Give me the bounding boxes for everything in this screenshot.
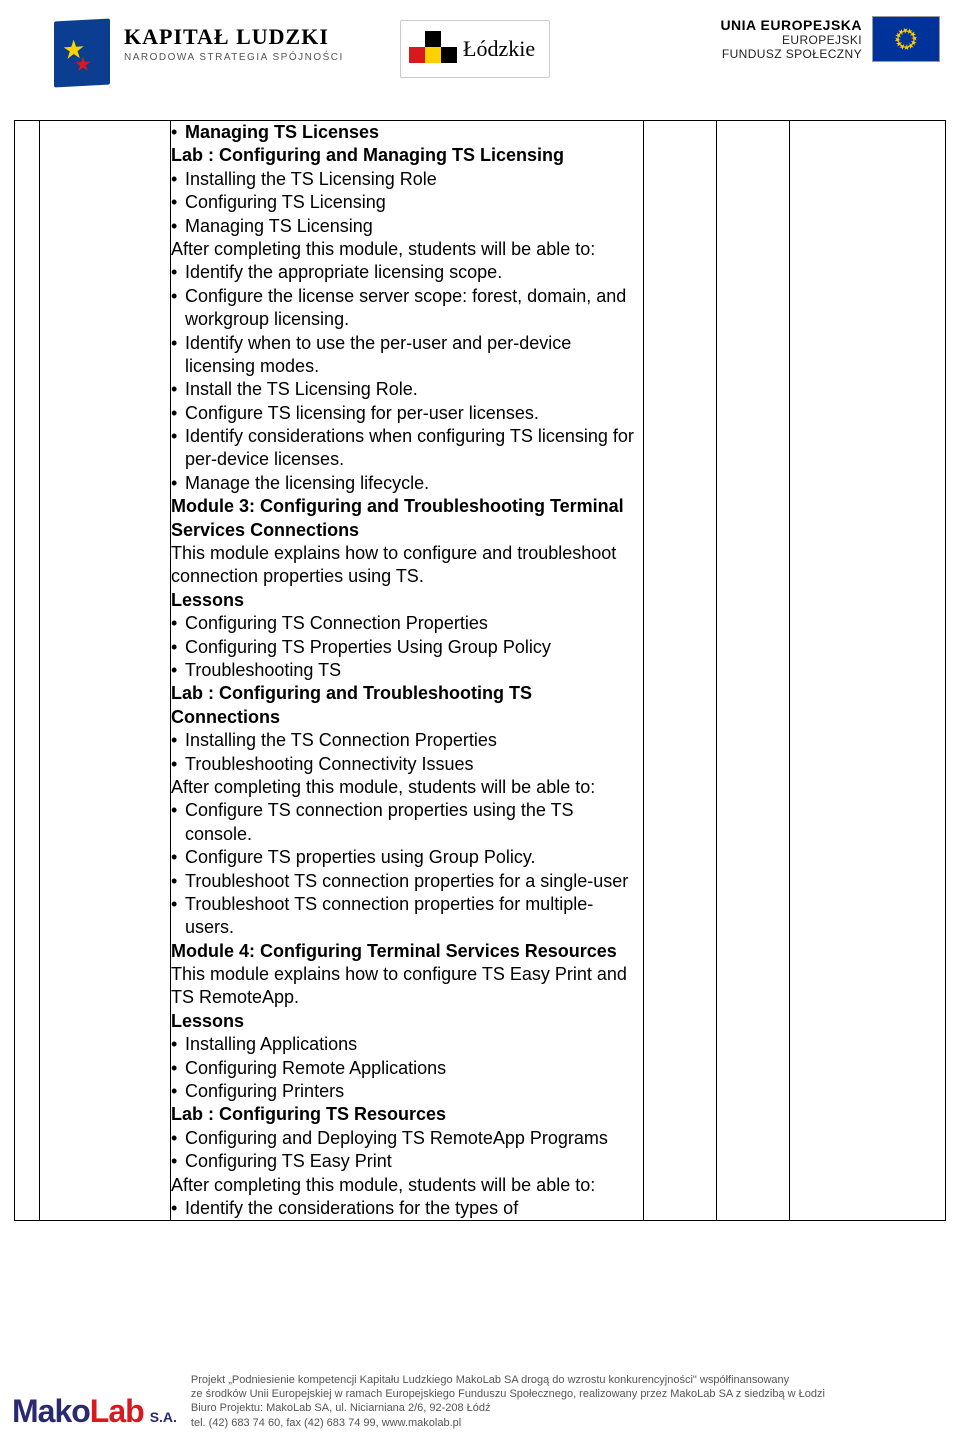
col-5 [717, 121, 790, 1221]
lodzkie-logo: Łódzkie [400, 20, 550, 78]
text: Identify the appropriate licensing scope… [185, 261, 502, 284]
makolab-suffix: S.A. [150, 1409, 177, 1425]
text: Identify when to use the per-user and pe… [185, 332, 643, 379]
text: Installing the TS Connection Properties [185, 729, 497, 752]
text: After completing this module, students w… [171, 776, 643, 799]
col-6 [790, 121, 946, 1221]
text: Configuring TS Easy Print [185, 1150, 392, 1173]
text: Module 3: Configuring and Troubleshootin… [171, 496, 624, 539]
footer-line: tel. (42) 683 74 60, fax (42) 683 74 99,… [191, 1416, 825, 1430]
text: Installing the TS Licensing Role [185, 168, 437, 191]
text: Lab : Configuring and Managing TS Licens… [171, 145, 564, 165]
text: Configuring and Deploying TS RemoteApp P… [185, 1127, 608, 1150]
text: Troubleshoot TS connection properties fo… [185, 893, 643, 940]
course-content: Managing TS Licenses Lab : Configuring a… [171, 121, 643, 1220]
lodzkie-label: Łódzkie [463, 36, 535, 62]
text: Configuring Remote Applications [185, 1057, 446, 1080]
text: Configure TS properties using Group Poli… [185, 846, 536, 869]
text: Configure TS licensing for per-user lice… [185, 402, 539, 425]
eu-line3: FUNDUSZ SPOŁECZNY [720, 47, 862, 61]
col-content: Managing TS Licenses Lab : Configuring a… [171, 121, 644, 1221]
text: Identify the considerations for the type… [185, 1197, 518, 1220]
text: After completing this module, students w… [171, 238, 643, 261]
text: After completing this module, students w… [171, 1174, 643, 1197]
col-2 [40, 121, 171, 1221]
footer-line: Projekt „Podniesienie kompetencji Kapita… [191, 1373, 825, 1387]
text: Configuring TS Properties Using Group Po… [185, 636, 551, 659]
text: Identify considerations when configuring… [185, 425, 643, 472]
header-logos: ★ ★ KAPITAŁ LUDZKI NARODOWA STRATEGIA SP… [0, 0, 960, 120]
footer: MakoLab S.A. Projekt „Podniesienie kompe… [0, 1367, 960, 1438]
text: Troubleshooting Connectivity Issues [185, 753, 473, 776]
text: Troubleshooting TS [185, 659, 341, 682]
text: Installing Applications [185, 1033, 357, 1056]
text: Configuring TS Licensing [185, 191, 386, 214]
text: Configuring Printers [185, 1080, 344, 1103]
makolab-logo: MakoLab S.A. [12, 1393, 177, 1430]
text: Lab : Configuring TS Resources [171, 1104, 446, 1124]
col-1 [15, 121, 40, 1221]
text: Configure the license server scope: fore… [185, 285, 643, 332]
eu-line2: EUROPEJSKI [720, 33, 862, 47]
footer-line: ze środków Unii Europejskiej w ramach Eu… [191, 1387, 825, 1401]
text: Lessons [171, 1011, 244, 1031]
text: This module explains how to configure TS… [171, 963, 643, 1010]
footer-text: Projekt „Podniesienie kompetencji Kapita… [191, 1373, 825, 1430]
text: Lab : Configuring and Troubleshooting TS… [171, 683, 532, 726]
text: Lessons [171, 590, 244, 610]
col-4 [644, 121, 717, 1221]
content-table: Managing TS Licenses Lab : Configuring a… [14, 120, 946, 1221]
text: Install the TS Licensing Role. [185, 378, 418, 401]
lodzkie-squares-icon [409, 27, 453, 71]
eu-flag-icon: ★ ★ ★ ★ ★ ★ ★ ★ ★ ★ ★ ★ [872, 16, 940, 62]
footer-line: Biuro Projektu: MakoLab SA, ul. Niciarni… [191, 1401, 825, 1415]
text: Configuring TS Connection Properties [185, 612, 488, 635]
text: Manage the licensing lifecycle. [185, 472, 429, 495]
text: Module 4: Configuring Terminal Services … [171, 941, 617, 961]
eu-logo: UNIA EUROPEJSKA EUROPEJSKI FUNDUSZ SPOŁE… [720, 16, 940, 62]
kapital-title: KAPITAŁ LUDZKI [124, 24, 344, 50]
text: Configure TS connection properties using… [185, 799, 643, 846]
text: Managing TS Licenses [185, 122, 379, 142]
text: This module explains how to configure an… [171, 542, 643, 589]
eu-line1: UNIA EUROPEJSKA [720, 17, 862, 33]
text: Troubleshoot TS connection properties fo… [185, 870, 628, 893]
kapital-flag-icon: ★ ★ [54, 19, 110, 88]
text: Managing TS Licensing [185, 215, 373, 238]
kapital-ludzki-logo: ★ ★ KAPITAŁ LUDZKI NARODOWA STRATEGIA SP… [54, 14, 344, 86]
star-icon: ★ [74, 51, 92, 77]
kapital-subtitle: NARODOWA STRATEGIA SPÓJNOŚCI [124, 52, 344, 63]
